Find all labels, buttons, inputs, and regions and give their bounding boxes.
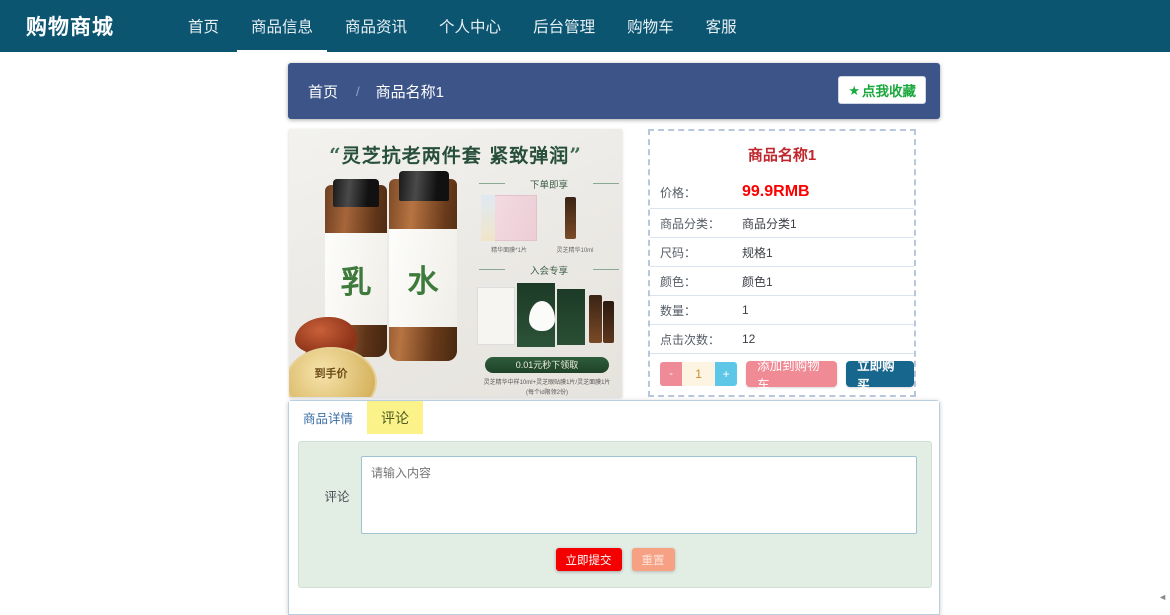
bottle-left-label: 乳 <box>325 233 387 325</box>
info-row-color-value: 颜色1 <box>742 274 773 289</box>
info-row-quantity-label: 数量： <box>660 303 697 318</box>
nav-item-admin[interactable]: 后台管理 <box>517 0 611 52</box>
info-row-size: 尺码： 规格1 <box>650 237 914 266</box>
kit-item-1 <box>477 287 515 345</box>
nav-item-cart[interactable]: 购物车 <box>611 0 690 52</box>
comment-label: 评论 <box>324 489 350 504</box>
product-ad-artwork: “灵芝抗老两件套 紧致弹润” 乳 水 到手价 下单即享 精华面膜*1片 灵芝精华… <box>289 129 622 397</box>
info-row-clicks: 点击次数： 12 <box>650 324 914 353</box>
nav-item-support[interactable]: 客服 <box>690 0 753 52</box>
info-row-color-label: 颜色： <box>660 274 697 289</box>
ad-headline: “灵芝抗老两件套 紧致弹润” <box>289 141 622 168</box>
cream-blob-graphic <box>529 301 555 331</box>
info-row-size-label: 尺码： <box>660 245 697 260</box>
nav-item-home[interactable]: 首页 <box>172 0 235 52</box>
member-section-title: 入会专享 <box>479 263 619 277</box>
bottle-left-cap <box>333 179 379 207</box>
gift-caption-1: 精华面膜*1片 <box>491 248 527 254</box>
info-row-size-value: 规格1 <box>742 245 773 260</box>
submit-comment-button[interactable]: 立即提交 <box>555 548 622 571</box>
scroll-arrow-icon[interactable]: ◄ <box>1158 593 1167 602</box>
favorite-button-label: 点我收藏 <box>862 84 916 99</box>
info-row-price-label: 价格： <box>660 185 697 200</box>
comment-form-actions: 立即提交 重置 <box>299 548 931 571</box>
breadcrumb-separator: / <box>356 83 360 99</box>
tab-comments[interactable]: 评论 <box>367 401 424 434</box>
breadcrumb-home[interactable]: 首页 <box>308 81 338 102</box>
quote-open-glyph: “ <box>329 143 342 167</box>
promo-pill: 0.01元秒下领取 <box>485 357 609 373</box>
nav-item-product-news[interactable]: 商品资讯 <box>329 0 423 52</box>
buy-now-button[interactable]: 立即购买 <box>846 359 914 392</box>
nav-menu: 首页 商品信息 商品资讯 个人中心 后台管理 购物车 客服 <box>172 0 753 59</box>
comment-form: 评论 立即提交 重置 <box>298 441 932 588</box>
add-to-cart-button[interactable]: 添加到购物车 <box>746 359 838 392</box>
quote-close-glyph: ” <box>569 143 582 167</box>
info-row-color: 颜色： 颜色1 <box>650 266 914 295</box>
info-row-price-value: 99.9RMB <box>742 183 810 200</box>
purchase-action-row: - 1 + 添加到购物车 立即购买 <box>650 353 914 393</box>
comment-textarea[interactable] <box>361 456 917 534</box>
comment-field-row: 评论 <box>299 442 931 534</box>
info-row-clicks-value: 12 <box>742 332 756 346</box>
breadcrumb-bar: 首页 / 商品名称1 ★ 点我收藏 <box>288 63 940 119</box>
info-row-category-label: 商品分类： <box>660 216 721 231</box>
info-row-category-value: 商品分类1 <box>742 216 797 231</box>
tab-bar: 商品详情 评论 <box>289 401 939 434</box>
favorite-button[interactable]: ★ 点我收藏 <box>838 76 926 104</box>
info-row-price: 价格： 99.9RMB <box>650 176 914 208</box>
quantity-increase-button[interactable]: + <box>715 361 738 386</box>
info-row-quantity: 数量： 1 <box>650 295 914 324</box>
quantity-input[interactable]: 1 <box>682 361 716 386</box>
kit-item-3 <box>557 289 585 345</box>
nav-item-product-info[interactable]: 商品信息 <box>235 0 329 59</box>
gift-mask-edge-graphic <box>481 195 495 241</box>
breadcrumb: 首页 / 商品名称1 <box>308 81 444 102</box>
product-title: 商品名称1 <box>747 147 817 164</box>
info-row-clicks-label: 点击次数： <box>660 332 721 347</box>
fine-print-2: (每个id限领2份) <box>525 390 568 396</box>
kit-item-5 <box>603 301 614 343</box>
quantity-decrease-button[interactable]: - <box>660 361 683 386</box>
product-image[interactable]: “灵芝抗老两件套 紧致弹润” 乳 水 到手价 下单即享 精华面膜*1片 灵芝精华… <box>289 129 622 397</box>
price-badge-text: 到手价 <box>314 368 348 380</box>
gift-section-title: 下单即享 <box>479 177 619 191</box>
site-brand[interactable]: 购物商城 <box>26 11 114 41</box>
gift-caption-2: 灵芝精华10ml <box>556 248 594 254</box>
top-navbar: 购物商城 首页 商品信息 商品资讯 个人中心 后台管理 购物车 客服 <box>0 0 1170 59</box>
fine-print-1: 灵芝精华中样10ml+灵芝眼贴膜1片/灵芝面膜1片 <box>483 380 611 386</box>
member-gift-kit-graphic <box>477 281 617 351</box>
bottle-right-label: 水 <box>389 229 457 327</box>
kit-item-4 <box>589 295 602 343</box>
breadcrumb-current: 商品名称1 <box>375 83 444 101</box>
bottle-right-cap <box>399 171 449 201</box>
info-row-quantity-value: 1 <box>742 303 749 317</box>
info-row-category: 商品分类： 商品分类1 <box>650 208 914 237</box>
star-icon: ★ <box>848 82 860 98</box>
quantity-stepper: - 1 + <box>660 361 738 386</box>
nav-item-user-center[interactable]: 个人中心 <box>423 0 517 52</box>
reset-comment-button[interactable]: 重置 <box>631 548 675 571</box>
gift-serum-graphic <box>565 197 576 239</box>
product-info-panel: 商品名称1 价格： 99.9RMB 商品分类： 商品分类1 尺码： 规格1 颜色… <box>648 129 916 397</box>
ad-headline-text: 灵芝抗老两件套 紧致弹润 <box>341 145 570 167</box>
product-tabs-panel: 商品详情 评论 评论 立即提交 重置 <box>288 400 940 615</box>
tab-product-detail[interactable]: 商品详情 <box>289 401 367 434</box>
page-body: 首页 / 商品名称1 ★ 点我收藏 “灵芝抗老两件套 紧致弹润” 乳 水 到手价… <box>0 52 1170 615</box>
